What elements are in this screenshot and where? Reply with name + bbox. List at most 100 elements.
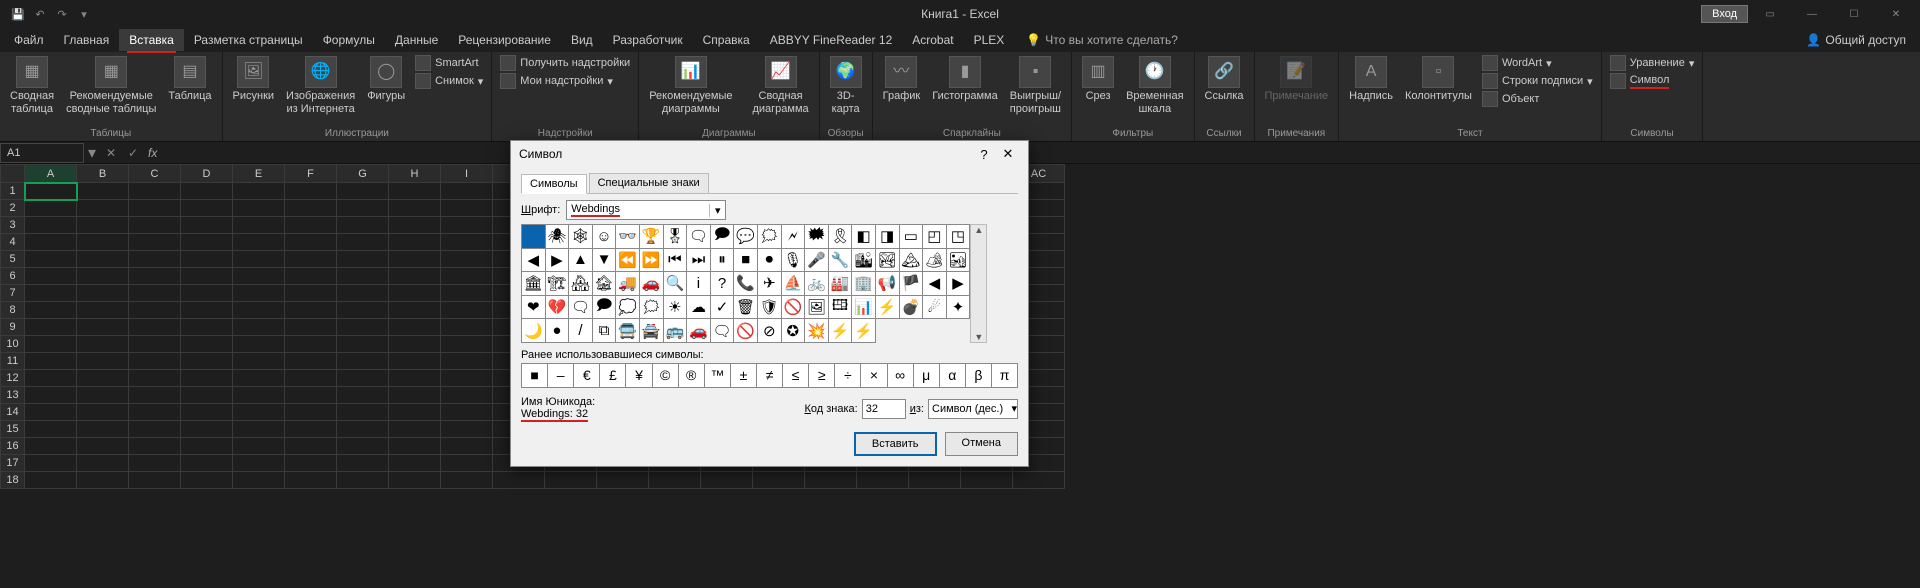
symbol-cell[interactable]: 🗨: [711, 319, 735, 343]
col-header[interactable]: E: [233, 165, 285, 183]
symbol-cell[interactable]: 🖽: [829, 296, 853, 320]
cell[interactable]: [337, 200, 389, 217]
symbol-cell[interactable]: ☀: [664, 296, 688, 320]
symbol-cell[interactable]: ⏮: [664, 249, 688, 273]
symbol-grid[interactable]: 🕷🕸☺👓🏆🎖🗨🗩💬🗯🗲🗰🎗◧◨▭◰◳◀▶▲▼⏪⏩⏮⏭⏸■⏺🎙🎤🔧🏙🏞🏔🏕🏜🏛🏗🏘…: [521, 224, 970, 343]
cell[interactable]: [337, 302, 389, 319]
cell[interactable]: [753, 472, 805, 489]
cell[interactable]: [285, 268, 337, 285]
symbol-cell[interactable]: 🚫: [734, 319, 758, 343]
tab-developer[interactable]: Разработчик: [603, 29, 693, 51]
tab-abbyy[interactable]: ABBYY FineReader 12: [760, 29, 903, 51]
cell[interactable]: [77, 268, 129, 285]
tab-symbols[interactable]: Символы: [521, 174, 587, 194]
cell[interactable]: [337, 183, 389, 200]
name-box[interactable]: A1: [0, 143, 84, 163]
symbol-cell[interactable]: 🚌: [664, 319, 688, 343]
cell[interactable]: [337, 353, 389, 370]
symbol-cell[interactable]: ◳: [947, 225, 971, 249]
symbol-cell[interactable]: 🏭: [829, 272, 853, 296]
dialog-help-icon[interactable]: ?: [972, 147, 996, 162]
symbol-cell[interactable]: ◧: [852, 225, 876, 249]
cell[interactable]: [181, 404, 233, 421]
recent-symbol-cell[interactable]: μ: [914, 364, 940, 388]
symbol-cell[interactable]: 👓: [616, 225, 640, 249]
chevron-down-icon[interactable]: ▾: [1011, 402, 1017, 415]
tab-help[interactable]: Справка: [693, 29, 760, 51]
recent-symbol-cell[interactable]: ÷: [835, 364, 861, 388]
cell[interactable]: [337, 336, 389, 353]
confirm-edit-icon[interactable]: ✓: [122, 146, 144, 160]
recent-symbol-cell[interactable]: ¥: [626, 364, 652, 388]
tab-page-layout[interactable]: Разметка страницы: [184, 29, 313, 51]
cell[interactable]: [25, 387, 77, 404]
recent-symbol-cell[interactable]: ≤: [783, 364, 809, 388]
cell[interactable]: [389, 438, 441, 455]
tab-review[interactable]: Рецензирование: [448, 29, 561, 51]
cell[interactable]: [337, 217, 389, 234]
symbol-cell[interactable]: ⏪: [616, 249, 640, 273]
symbol-cell[interactable]: ⚡: [829, 319, 853, 343]
cell[interactable]: [441, 319, 493, 336]
ribbon-opts-icon[interactable]: ▭: [1750, 2, 1790, 26]
tab-special-chars[interactable]: Специальные знаки: [589, 173, 709, 193]
symbol-cell[interactable]: 💬: [734, 225, 758, 249]
online-pics-button[interactable]: 🌐Изображения из Интернета: [282, 54, 359, 118]
cell[interactable]: [129, 200, 181, 217]
cell[interactable]: [285, 217, 337, 234]
recent-symbol-cell[interactable]: β: [966, 364, 992, 388]
symbol-cell[interactable]: ⚡: [876, 296, 900, 320]
spark-line-button[interactable]: 〰График: [879, 54, 925, 105]
symbol-cell[interactable]: 🗨: [687, 225, 711, 249]
row-header[interactable]: 9: [1, 319, 25, 336]
cell[interactable]: [441, 251, 493, 268]
insert-button[interactable]: Вставить: [854, 432, 937, 456]
cell[interactable]: [181, 268, 233, 285]
cell[interactable]: [233, 268, 285, 285]
row-header[interactable]: 16: [1, 438, 25, 455]
symbol-cell[interactable]: 🏜: [947, 249, 971, 273]
pictures-button[interactable]: 🖼Рисунки: [229, 54, 279, 105]
cell[interactable]: [441, 217, 493, 234]
cell[interactable]: [389, 404, 441, 421]
symbol-cell[interactable]: ✈: [758, 272, 782, 296]
symbol-cell[interactable]: 🚲: [805, 272, 829, 296]
symbol-cell[interactable]: ▭: [900, 225, 924, 249]
col-header[interactable]: D: [181, 165, 233, 183]
cell[interactable]: [233, 251, 285, 268]
row-header[interactable]: 4: [1, 234, 25, 251]
cell[interactable]: [441, 472, 493, 489]
cell[interactable]: [389, 455, 441, 472]
cell[interactable]: [857, 472, 909, 489]
symbol-cell[interactable]: 🕸: [569, 225, 593, 249]
symbol-cell[interactable]: ⚡: [852, 319, 876, 343]
cell[interactable]: [337, 268, 389, 285]
cell[interactable]: [233, 319, 285, 336]
from-select[interactable]: Символ (дес.)▾: [928, 399, 1018, 419]
cell[interactable]: [337, 387, 389, 404]
cell[interactable]: [233, 302, 285, 319]
cell[interactable]: [233, 472, 285, 489]
cell[interactable]: [337, 234, 389, 251]
col-header[interactable]: I: [441, 165, 493, 183]
col-header[interactable]: A: [25, 165, 77, 183]
cell[interactable]: [285, 353, 337, 370]
symbol-cell[interactable]: 🚍: [616, 319, 640, 343]
cell[interactable]: [285, 387, 337, 404]
cell[interactable]: [285, 455, 337, 472]
symbol-cell[interactable]: ●: [546, 319, 570, 343]
cell[interactable]: [389, 285, 441, 302]
cell[interactable]: [181, 455, 233, 472]
cell[interactable]: [77, 217, 129, 234]
name-box-dd[interactable]: ▾: [84, 143, 100, 163]
cell[interactable]: [233, 285, 285, 302]
cell[interactable]: [441, 353, 493, 370]
cell[interactable]: [233, 455, 285, 472]
cancel-button[interactable]: Отмена: [945, 432, 1018, 456]
cell[interactable]: [285, 472, 337, 489]
cell[interactable]: [285, 336, 337, 353]
recent-symbol-cell[interactable]: ≠: [757, 364, 783, 388]
cell[interactable]: [441, 404, 493, 421]
recent-symbol-cell[interactable]: ∞: [888, 364, 914, 388]
cell[interactable]: [77, 251, 129, 268]
